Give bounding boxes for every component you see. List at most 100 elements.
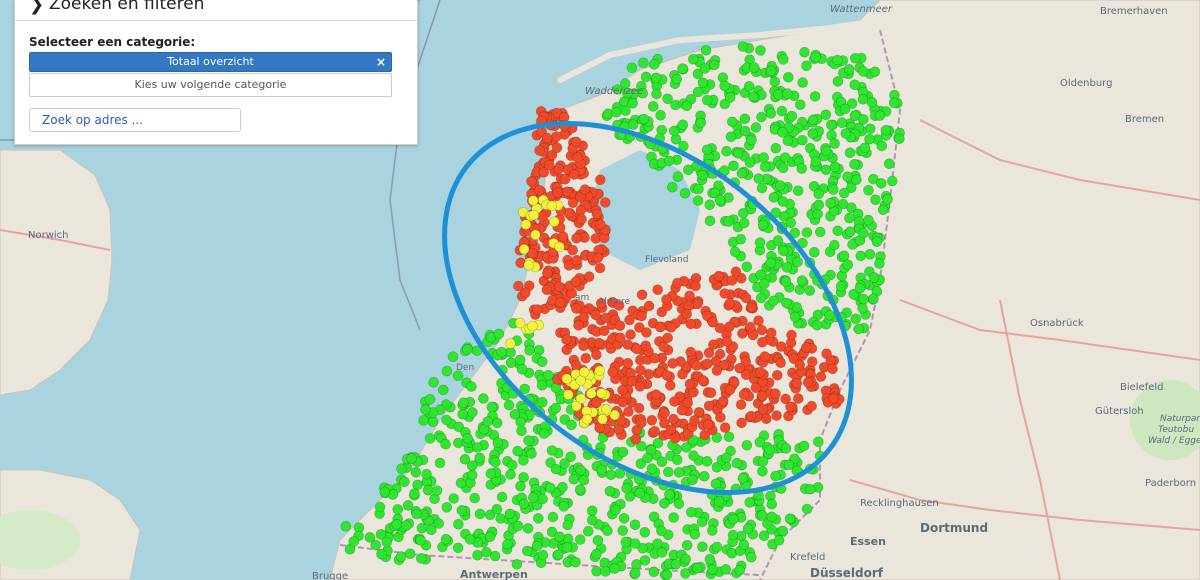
map-marker[interactable] bbox=[546, 445, 558, 456]
map-marker[interactable] bbox=[527, 492, 539, 503]
map-marker[interactable] bbox=[801, 503, 813, 515]
map-marker[interactable] bbox=[704, 199, 716, 210]
map-marker[interactable] bbox=[792, 393, 804, 404]
map-marker[interactable] bbox=[828, 392, 839, 404]
map-marker[interactable] bbox=[575, 464, 587, 476]
map-marker[interactable] bbox=[496, 491, 508, 503]
map-marker[interactable] bbox=[399, 476, 410, 488]
map-marker[interactable] bbox=[626, 376, 638, 387]
map-marker[interactable] bbox=[829, 138, 840, 149]
map-marker[interactable] bbox=[802, 376, 814, 388]
panel-title[interactable]: Zoeken en filteren bbox=[49, 0, 204, 14]
map-marker[interactable] bbox=[602, 525, 613, 537]
map-marker[interactable] bbox=[518, 472, 529, 483]
map-marker[interactable] bbox=[804, 483, 816, 495]
map-marker[interactable] bbox=[849, 79, 861, 90]
map-marker[interactable] bbox=[591, 548, 602, 560]
map-marker[interactable] bbox=[636, 310, 647, 322]
map-marker[interactable] bbox=[420, 404, 431, 415]
map-marker[interactable] bbox=[796, 163, 808, 174]
map-marker[interactable] bbox=[888, 97, 900, 109]
map-marker[interactable] bbox=[748, 62, 760, 73]
map-marker[interactable] bbox=[827, 363, 838, 375]
map-marker[interactable] bbox=[681, 539, 693, 551]
map-marker[interactable] bbox=[825, 119, 837, 131]
map-marker[interactable] bbox=[876, 140, 888, 152]
map-marker[interactable] bbox=[541, 284, 553, 296]
map-marker[interactable] bbox=[505, 347, 516, 358]
map-marker[interactable] bbox=[604, 485, 616, 497]
map-marker[interactable] bbox=[662, 466, 674, 478]
map-marker[interactable] bbox=[776, 105, 788, 117]
map-marker[interactable] bbox=[544, 482, 556, 494]
map-marker[interactable] bbox=[570, 556, 581, 568]
map-marker[interactable] bbox=[596, 464, 608, 476]
map-marker[interactable] bbox=[672, 171, 684, 182]
map-marker[interactable] bbox=[666, 182, 678, 193]
map-marker[interactable] bbox=[441, 502, 453, 513]
map-marker[interactable] bbox=[765, 257, 777, 269]
map-marker[interactable] bbox=[850, 313, 862, 325]
map-marker[interactable] bbox=[745, 321, 756, 333]
map-marker[interactable] bbox=[828, 184, 839, 195]
map-marker[interactable] bbox=[840, 128, 852, 139]
map-marker[interactable] bbox=[551, 142, 563, 154]
map-marker[interactable] bbox=[668, 125, 680, 137]
map-marker[interactable] bbox=[478, 393, 489, 404]
map-marker[interactable] bbox=[701, 358, 713, 370]
map-marker[interactable] bbox=[855, 250, 867, 262]
map-marker[interactable] bbox=[680, 553, 692, 565]
map-marker[interactable] bbox=[627, 119, 639, 130]
map-marker[interactable] bbox=[471, 442, 483, 453]
map-marker[interactable] bbox=[874, 110, 886, 121]
map-marker[interactable] bbox=[689, 415, 700, 426]
map-marker[interactable] bbox=[381, 536, 393, 548]
map-marker[interactable] bbox=[466, 381, 477, 392]
map-marker[interactable] bbox=[440, 438, 451, 450]
map-marker[interactable] bbox=[728, 160, 739, 172]
map-marker[interactable] bbox=[782, 88, 793, 99]
map-marker[interactable] bbox=[615, 332, 626, 344]
map-marker[interactable] bbox=[754, 366, 766, 378]
map-marker[interactable] bbox=[738, 389, 750, 400]
map-marker[interactable] bbox=[647, 101, 659, 112]
map-marker[interactable] bbox=[533, 185, 545, 196]
map-marker[interactable] bbox=[731, 457, 743, 469]
map-marker[interactable] bbox=[418, 415, 429, 426]
map-marker[interactable] bbox=[503, 399, 515, 411]
map-marker[interactable] bbox=[562, 389, 574, 401]
map-marker[interactable] bbox=[665, 321, 677, 333]
map-marker[interactable] bbox=[424, 394, 436, 405]
map-marker[interactable] bbox=[661, 369, 673, 381]
map-marker[interactable] bbox=[599, 197, 611, 208]
map-marker[interactable] bbox=[586, 505, 598, 517]
map-marker[interactable] bbox=[692, 298, 703, 310]
map-marker[interactable] bbox=[581, 413, 593, 425]
map-marker[interactable] bbox=[868, 272, 880, 283]
map-marker[interactable] bbox=[768, 295, 779, 307]
map-marker[interactable] bbox=[741, 439, 753, 451]
map-marker[interactable] bbox=[699, 429, 711, 441]
map-marker[interactable] bbox=[504, 508, 516, 520]
map-marker[interactable] bbox=[464, 534, 476, 545]
map-marker[interactable] bbox=[548, 216, 560, 227]
map-marker[interactable] bbox=[829, 161, 841, 173]
map-marker[interactable] bbox=[747, 91, 759, 102]
map-marker[interactable] bbox=[458, 397, 469, 409]
map-marker[interactable] bbox=[697, 375, 709, 386]
map-marker[interactable] bbox=[691, 562, 703, 574]
map-marker[interactable] bbox=[646, 414, 658, 426]
map-marker[interactable] bbox=[777, 54, 789, 65]
map-marker[interactable] bbox=[728, 513, 739, 525]
map-marker[interactable] bbox=[594, 262, 606, 274]
map-marker[interactable] bbox=[640, 340, 652, 352]
map-marker[interactable] bbox=[756, 390, 768, 402]
map-marker[interactable] bbox=[765, 108, 777, 119]
map-marker[interactable] bbox=[531, 304, 543, 315]
map-marker[interactable] bbox=[593, 337, 605, 349]
map-marker[interactable] bbox=[782, 72, 794, 83]
map-marker[interactable] bbox=[668, 413, 679, 425]
map-marker[interactable] bbox=[717, 395, 729, 407]
map-marker[interactable] bbox=[746, 134, 757, 146]
map-marker[interactable] bbox=[415, 553, 427, 564]
